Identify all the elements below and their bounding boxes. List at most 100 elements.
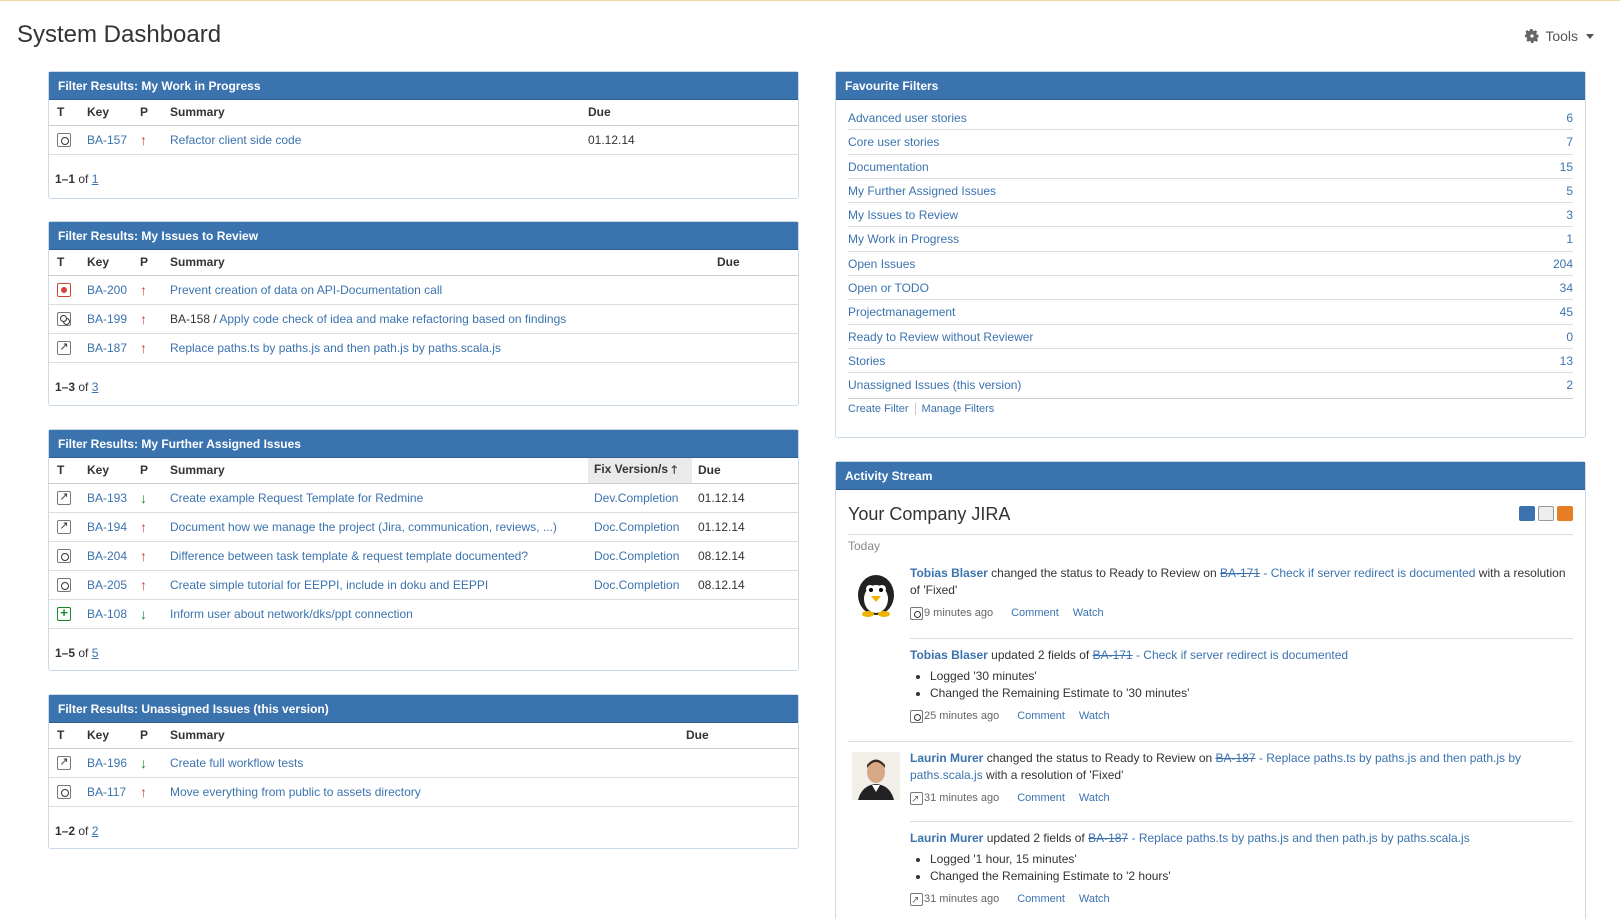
issue-summary-link[interactable]: Document how we manage the project (Jira…: [170, 520, 557, 534]
filter-count[interactable]: 34: [1560, 276, 1573, 299]
fix-version-link[interactable]: Doc.Completion: [594, 549, 679, 563]
filter-name-link[interactable]: Projectmanagement: [848, 300, 955, 323]
issue-key-link[interactable]: BA-193: [87, 491, 127, 505]
filter-name-link[interactable]: Core user stories: [848, 130, 939, 153]
filter-row[interactable]: Advanced user stories 6: [848, 106, 1573, 131]
tools-menu[interactable]: Tools: [1524, 28, 1594, 44]
col-key[interactable]: Key: [87, 458, 140, 484]
full-view-icon[interactable]: [1519, 506, 1535, 521]
filter-name-link[interactable]: Documentation: [848, 155, 929, 178]
issue-key-link[interactable]: BA-204: [87, 549, 127, 563]
issue-summary-link[interactable]: Refactor client side code: [170, 133, 301, 147]
filter-count[interactable]: 7: [1566, 130, 1573, 153]
avatar[interactable]: [852, 569, 900, 617]
filter-name-link[interactable]: Advanced user stories: [848, 106, 967, 129]
col-summary[interactable]: Summary: [170, 723, 686, 749]
parent-issue-key[interactable]: BA-158: [170, 312, 210, 326]
filter-row[interactable]: Stories 13: [848, 349, 1573, 374]
filter-count[interactable]: 6: [1566, 106, 1573, 129]
filter-name-link[interactable]: Unassigned Issues (this version): [848, 373, 1021, 397]
col-summary[interactable]: Summary: [170, 458, 588, 484]
issue-key-link[interactable]: BA-200: [87, 283, 127, 297]
issue-summary-link[interactable]: Apply code check of idea and make refact…: [219, 312, 566, 326]
pagination-total-link[interactable]: 3: [92, 380, 99, 394]
filter-row[interactable]: My Work in Progress 1: [848, 227, 1573, 252]
col-due[interactable]: Due: [588, 100, 798, 126]
col-type[interactable]: T: [49, 458, 87, 484]
create-filter-link[interactable]: Create Filter: [848, 403, 915, 415]
user-link[interactable]: Laurin Murer: [910, 831, 983, 845]
col-type[interactable]: T: [49, 100, 87, 126]
comment-link[interactable]: Comment: [1017, 790, 1065, 807]
pagination-total-link[interactable]: 2: [92, 824, 99, 838]
user-link[interactable]: Tobias Blaser: [910, 566, 988, 580]
issue-key-link[interactable]: BA-187: [87, 341, 127, 355]
filter-row[interactable]: Open Issues 204: [848, 252, 1573, 277]
filter-row[interactable]: My Issues to Review 3: [848, 203, 1573, 228]
user-link[interactable]: Tobias Blaser: [910, 648, 988, 662]
watch-link[interactable]: Watch: [1079, 790, 1110, 807]
fix-version-link[interactable]: Doc.Completion: [594, 578, 679, 592]
manage-filters-link[interactable]: Manage Filters: [914, 402, 1001, 415]
issue-summary-link[interactable]: Move everything from public to assets di…: [170, 785, 421, 799]
filter-count[interactable]: 204: [1553, 252, 1573, 275]
col-summary[interactable]: Summary: [170, 250, 717, 276]
watch-link[interactable]: Watch: [1079, 891, 1110, 908]
list-view-icon[interactable]: [1538, 506, 1554, 521]
col-priority[interactable]: P: [140, 250, 170, 276]
pagination-total-link[interactable]: 1: [92, 172, 99, 186]
col-type[interactable]: T: [49, 250, 87, 276]
issue-key-link[interactable]: BA-108: [87, 607, 127, 621]
filter-row[interactable]: Unassigned Issues (this version) 2: [848, 373, 1573, 397]
col-type[interactable]: T: [49, 723, 87, 749]
col-due[interactable]: Due: [686, 723, 798, 749]
issue-title-link[interactable]: Replace paths.ts by paths.js and then pa…: [1139, 831, 1470, 845]
issue-summary-link[interactable]: Difference between task template & reque…: [170, 549, 528, 563]
fix-version-link[interactable]: Doc.Completion: [594, 520, 679, 534]
issue-key-link[interactable]: BA-199: [87, 312, 127, 326]
issue-key-link[interactable]: BA-171: [1093, 648, 1133, 662]
col-due[interactable]: Due: [717, 250, 798, 276]
issue-key-link[interactable]: BA-171: [1220, 566, 1260, 580]
issue-summary-link[interactable]: Prevent creation of data on API-Document…: [170, 283, 442, 297]
avatar[interactable]: [852, 752, 900, 800]
col-key[interactable]: Key: [87, 723, 140, 749]
issue-key-link[interactable]: BA-205: [87, 578, 127, 592]
filter-name-link[interactable]: My Further Assigned Issues: [848, 179, 996, 202]
issue-title-link[interactable]: Check if server redirect is documented: [1271, 566, 1476, 580]
filter-name-link[interactable]: Ready to Review without Reviewer: [848, 325, 1033, 348]
filter-count[interactable]: 3: [1566, 203, 1573, 226]
issue-key-link[interactable]: BA-157: [87, 133, 127, 147]
issue-key-link[interactable]: BA-187: [1216, 751, 1256, 765]
filter-name-link[interactable]: Stories: [848, 349, 885, 372]
col-priority[interactable]: P: [140, 458, 170, 484]
col-due[interactable]: Due: [692, 458, 798, 484]
issue-summary-link[interactable]: Replace paths.ts by paths.js and then pa…: [170, 341, 501, 355]
issue-summary-link[interactable]: Create full workflow tests: [170, 756, 303, 770]
pagination-total-link[interactable]: 5: [92, 646, 99, 660]
watch-link[interactable]: Watch: [1073, 605, 1104, 622]
filter-row[interactable]: Projectmanagement 45: [848, 300, 1573, 325]
issue-key-link[interactable]: BA-187: [1088, 831, 1128, 845]
filter-count[interactable]: 13: [1560, 349, 1573, 372]
comment-link[interactable]: Comment: [1017, 708, 1065, 725]
filter-count[interactable]: 0: [1566, 325, 1573, 348]
col-priority[interactable]: P: [140, 100, 170, 126]
filter-row[interactable]: Open or TODO 34: [848, 276, 1573, 301]
issue-key-link[interactable]: BA-196: [87, 756, 127, 770]
filter-count[interactable]: 1: [1566, 227, 1573, 250]
issue-key-link[interactable]: BA-117: [87, 785, 126, 799]
col-key[interactable]: Key: [87, 100, 140, 126]
filter-row[interactable]: Core user stories 7: [848, 130, 1573, 155]
filter-count[interactable]: 15: [1560, 155, 1573, 178]
issue-title-link[interactable]: Check if server redirect is documented: [1143, 648, 1348, 662]
comment-link[interactable]: Comment: [1017, 891, 1065, 908]
filter-name-link[interactable]: Open or TODO: [848, 276, 929, 299]
issue-summary-link[interactable]: Create simple tutorial for EEPPI, includ…: [170, 578, 488, 592]
filter-count[interactable]: 2: [1566, 373, 1573, 397]
comment-link[interactable]: Comment: [1011, 605, 1059, 622]
issue-key-link[interactable]: BA-194: [87, 520, 127, 534]
col-key[interactable]: Key: [87, 250, 140, 276]
filter-name-link[interactable]: My Issues to Review: [848, 203, 958, 226]
filter-name-link[interactable]: My Work in Progress: [848, 227, 959, 250]
